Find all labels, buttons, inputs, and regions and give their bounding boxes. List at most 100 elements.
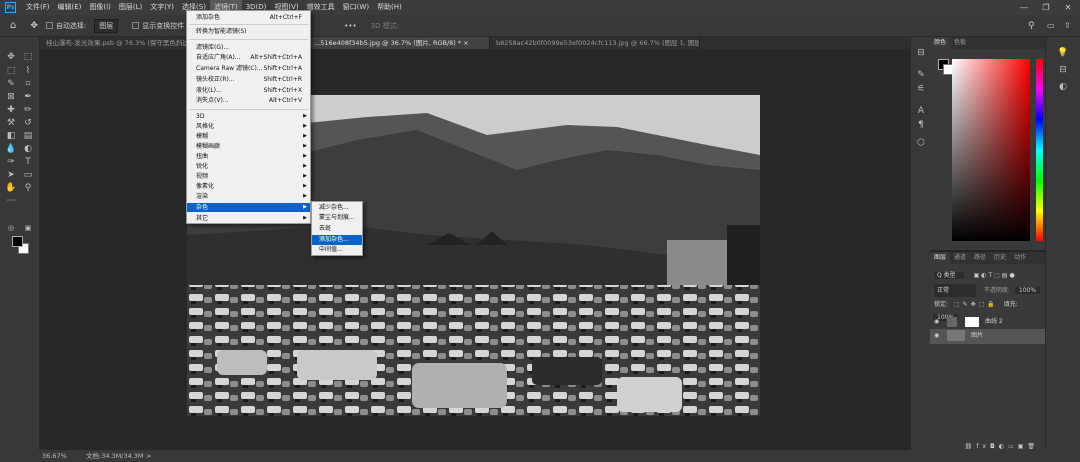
tab-paths[interactable]: 路径 bbox=[970, 252, 990, 264]
visibility-eye-icon[interactable]: ◉ bbox=[934, 332, 939, 339]
menu-item-noise[interactable]: 杂色 ▶ bbox=[187, 203, 310, 212]
menu-item-filter-gallery[interactable]: 滤镜库(G)... bbox=[187, 43, 310, 52]
auto-select-checkbox[interactable] bbox=[45, 22, 53, 29]
maximize-button[interactable]: ❐ bbox=[1038, 0, 1054, 15]
layer-name[interactable]: 图片 bbox=[971, 332, 983, 339]
move-tool-icon[interactable]: ✥ bbox=[4, 51, 18, 63]
tab-swatches[interactable]: 色板 bbox=[950, 37, 970, 49]
menu-item-sharpen[interactable]: 锐化 ▶ bbox=[187, 162, 310, 171]
blur-tool-icon[interactable]: 💧 bbox=[4, 143, 18, 155]
menu-edit[interactable]: 编辑(E) bbox=[54, 0, 86, 15]
menu-item-3d[interactable]: 3D ▶ bbox=[187, 112, 310, 121]
3d-panel-icon[interactable]: ⬡ bbox=[914, 137, 928, 149]
menu-item-vanishing-point[interactable]: 消失点(V)... Alt+Ctrl+V bbox=[187, 96, 310, 105]
status-arrow-icon[interactable]: > bbox=[146, 450, 151, 462]
submenu-median[interactable]: 中间值... bbox=[312, 245, 362, 255]
search-icon[interactable]: ⚲ bbox=[1028, 21, 1035, 31]
blend-mode-select[interactable]: 正常 bbox=[934, 284, 976, 297]
menu-item-render[interactable]: 渲染 ▶ bbox=[187, 192, 310, 201]
submenu-dust-scratches[interactable]: 蒙尘与划痕... bbox=[312, 213, 362, 223]
libraries-panel-icon[interactable]: ⊟ bbox=[1056, 64, 1070, 76]
paragraph-panel-icon[interactable]: ¶ bbox=[914, 119, 928, 131]
menu-image[interactable]: 图像(I) bbox=[85, 0, 115, 15]
history-panel-icon[interactable]: ⊟ bbox=[914, 47, 928, 59]
color-picker-field[interactable] bbox=[952, 59, 1030, 241]
submenu-despeckle[interactable]: 去斑 bbox=[312, 224, 362, 234]
menu-item-lens-correction[interactable]: 镜头校正(R)... Shift+Ctrl+R bbox=[187, 75, 310, 84]
workspace-icon[interactable]: ▭ bbox=[1047, 21, 1055, 30]
layer-name[interactable]: 曲线 2 bbox=[985, 318, 1003, 325]
path-select-tool-icon[interactable]: ➤ bbox=[4, 169, 18, 181]
rectangle-tool-icon[interactable]: ▭ bbox=[21, 169, 35, 181]
opacity-value[interactable]: 100% bbox=[1014, 287, 1041, 294]
home-icon[interactable]: ⌂ bbox=[10, 20, 16, 31]
foreground-color-swatch[interactable] bbox=[12, 236, 23, 247]
layer-row-image[interactable]: ◉ 图片 bbox=[930, 329, 1045, 344]
menu-help[interactable]: 帮助(H) bbox=[373, 0, 406, 15]
more-tools-icon[interactable]: ⋯ bbox=[4, 195, 18, 207]
share-icon[interactable]: ⇪ bbox=[1064, 21, 1071, 30]
frame-tool-icon[interactable]: ⊠ bbox=[4, 91, 18, 103]
marquee-tool-icon[interactable]: ⬚ bbox=[4, 65, 18, 77]
history-brush-tool-icon[interactable]: ↺ bbox=[21, 117, 35, 129]
menu-window[interactable]: 窗口(W) bbox=[339, 0, 373, 15]
more-options-icon[interactable]: ••• bbox=[344, 22, 356, 30]
eraser-tool-icon[interactable]: ◧ bbox=[4, 130, 18, 142]
menu-item-video[interactable]: 视频 ▶ bbox=[187, 172, 310, 181]
menu-item-blur[interactable]: 模糊 ▶ bbox=[187, 132, 310, 141]
layer-kind-filter[interactable]: Q 类型 bbox=[934, 272, 964, 279]
lock-icons[interactable]: ⬚✎✥⬚🔒 bbox=[954, 301, 998, 308]
healing-brush-tool-icon[interactable]: ✚ bbox=[4, 104, 18, 116]
layer-row-curves[interactable]: ◉ 曲线 2 bbox=[930, 315, 1045, 329]
character-panel-icon[interactable]: A bbox=[914, 105, 928, 117]
tab-history[interactable]: 历史 bbox=[990, 252, 1010, 264]
tab-actions[interactable]: 动作 bbox=[1010, 252, 1030, 264]
document-tab-3[interactable]: b8258ac42b0f0099e53ef0024cfc113.jpg @ 66… bbox=[490, 37, 700, 49]
auto-select-option[interactable]: 自动选择: bbox=[45, 21, 86, 31]
menu-item-stylize[interactable]: 风格化 ▶ bbox=[187, 122, 310, 131]
menu-item-add-noise-last[interactable]: 添加杂色 Alt+Ctrl+F bbox=[187, 13, 310, 22]
submenu-add-noise[interactable]: 添加杂色... bbox=[312, 235, 362, 245]
menu-layer[interactable]: 图层(L) bbox=[115, 0, 146, 15]
show-transform-checkbox[interactable] bbox=[132, 22, 140, 29]
crop-tool-icon[interactable]: ⌗ bbox=[21, 78, 35, 90]
menu-item-liquify[interactable]: 液化(L)... Shift+Ctrl+X bbox=[187, 86, 310, 95]
menu-item-convert-smart-filter[interactable]: 转换为智能滤镜(S) bbox=[187, 27, 310, 36]
tab-layers[interactable]: 图层 bbox=[930, 252, 951, 264]
dodge-tool-icon[interactable]: ◐ bbox=[21, 143, 35, 155]
brushes-icon[interactable]: ⚟ bbox=[914, 83, 928, 95]
brush-settings-icon[interactable]: ✎ bbox=[914, 69, 928, 81]
type-tool-icon[interactable]: T bbox=[21, 156, 35, 168]
menu-type[interactable]: 文字(Y) bbox=[146, 0, 178, 15]
menu-item-adaptive-wide-angle[interactable]: 自适应广角(A)... Alt+Shift+Ctrl+A bbox=[187, 53, 310, 62]
zoom-tool-icon[interactable]: ⚲ bbox=[21, 182, 35, 194]
menu-item-pixelate[interactable]: 像素化 ▶ bbox=[187, 182, 310, 191]
menu-file[interactable]: 文件(F) bbox=[22, 0, 54, 15]
menu-item-blur-gallery[interactable]: 模糊画廊 ▶ bbox=[187, 142, 310, 151]
tab-color[interactable]: 颜色 bbox=[930, 37, 951, 49]
gradient-tool-icon[interactable]: ▤ bbox=[21, 130, 35, 142]
move-tool-icon[interactable]: ✥ bbox=[30, 21, 38, 31]
lasso-tool-icon[interactable]: ⌇ bbox=[21, 65, 35, 77]
hue-slider[interactable] bbox=[1036, 59, 1043, 241]
close-window-button[interactable]: ✕ bbox=[1060, 0, 1076, 15]
menu-item-camera-raw[interactable]: Camera Raw 滤镜(C)... Shift+Ctrl+A bbox=[187, 64, 310, 73]
screen-mode-icon[interactable]: ▣ bbox=[21, 222, 35, 234]
menu-item-other[interactable]: 其它 ▶ bbox=[187, 214, 310, 223]
clone-stamp-tool-icon[interactable]: ⚒ bbox=[4, 117, 18, 129]
minimize-button[interactable]: — bbox=[1016, 0, 1032, 15]
eyedropper-tool-icon[interactable]: ✒ bbox=[21, 91, 35, 103]
tab-channels[interactable]: 通道 bbox=[950, 252, 970, 264]
adjustments-panel-icon[interactable]: ◐ bbox=[1056, 81, 1070, 93]
auto-select-target-dropdown[interactable]: 图层 bbox=[94, 18, 119, 33]
layer-filter-icons[interactable]: ▣◐T⬚▤● bbox=[974, 272, 1017, 279]
brush-tool-icon[interactable]: ✏ bbox=[21, 104, 35, 116]
document-tab-2[interactable]: ...516e408f34b5.jpg @ 36.7% (图片, RGB/8) … bbox=[308, 37, 490, 49]
quick-select-tool-icon[interactable]: ✎ bbox=[4, 78, 18, 90]
quick-mask-icon[interactable]: ◎ bbox=[4, 222, 18, 234]
pen-tool-icon[interactable]: ✑ bbox=[4, 156, 18, 168]
zoom-level[interactable]: 36.67% bbox=[42, 450, 67, 462]
hand-tool-icon[interactable]: ✋ bbox=[4, 182, 18, 194]
show-transform-option[interactable]: 显示变换控件 bbox=[132, 21, 184, 31]
submenu-reduce-noise[interactable]: 减少杂色... bbox=[312, 203, 362, 213]
